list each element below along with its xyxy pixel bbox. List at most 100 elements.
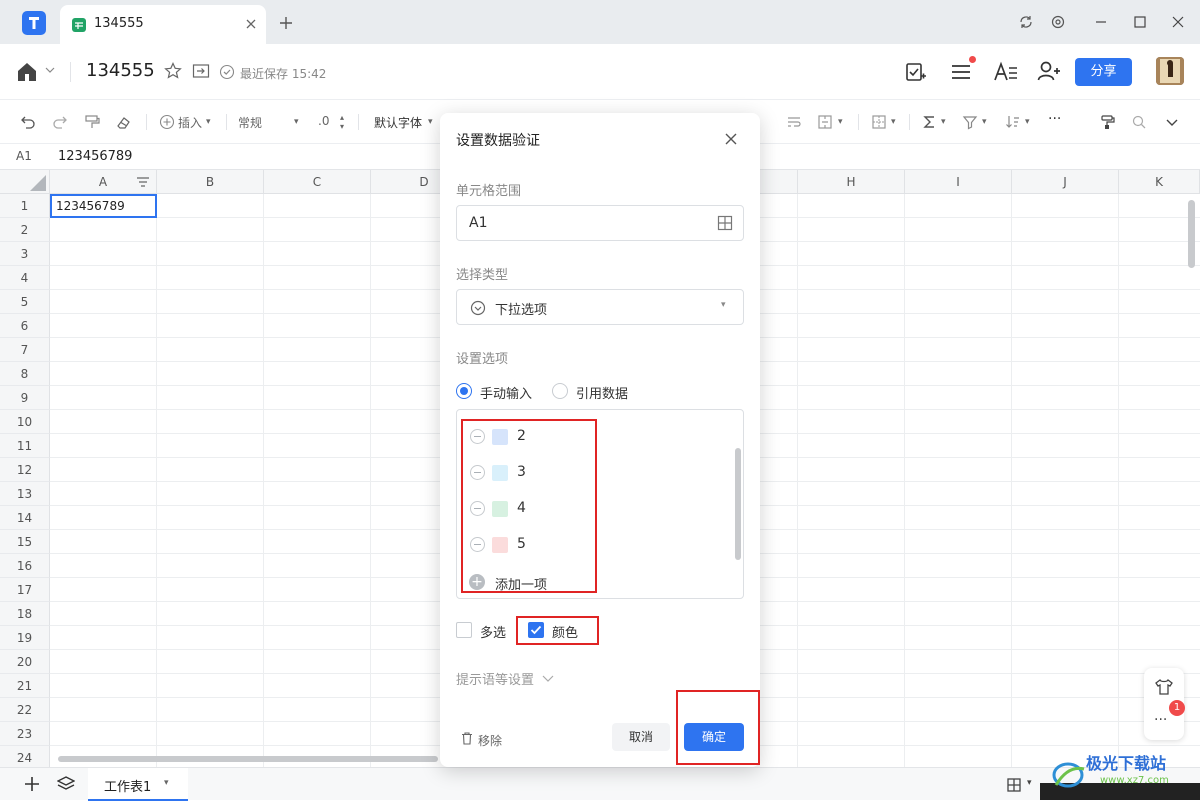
column-header-k[interactable]: K — [1119, 170, 1200, 194]
radio-manual-input[interactable] — [456, 383, 472, 399]
close-window-icon[interactable] — [1170, 14, 1186, 30]
add-sheet-icon[interactable] — [24, 776, 40, 792]
row-header[interactable]: 8 — [0, 362, 50, 386]
move-to-folder-icon[interactable] — [192, 63, 210, 79]
border-dropdown-icon[interactable]: ▾ — [891, 117, 896, 127]
formula-input[interactable]: 123456789 — [58, 149, 132, 164]
sheet-tab[interactable]: 工作表1 ▾ — [88, 768, 188, 801]
tab-close-icon[interactable] — [243, 16, 259, 32]
number-format-dropdown-icon[interactable]: ▾ — [294, 117, 299, 127]
collapse-toolbar-icon[interactable] — [1164, 114, 1180, 130]
wrap-text-icon[interactable] — [786, 114, 802, 130]
number-format-select[interactable]: 常规 — [238, 114, 262, 131]
sum-icon[interactable] — [922, 114, 938, 130]
view-grid-icon[interactable] — [1006, 777, 1022, 793]
new-tab-icon[interactable] — [278, 15, 294, 31]
radio-reference-label[interactable]: 引用数据 — [576, 383, 628, 402]
trash-icon[interactable] — [460, 731, 474, 745]
search-icon[interactable] — [1131, 114, 1147, 130]
options-scrollbar[interactable] — [735, 448, 741, 560]
column-header-h[interactable]: H — [798, 170, 905, 194]
filter-dropdown-icon[interactable]: ▾ — [982, 117, 987, 127]
sheet-list-icon[interactable] — [57, 776, 75, 792]
share-button[interactable]: 分享 — [1075, 58, 1132, 86]
decimal-places[interactable]: .0 — [318, 114, 329, 128]
row-header[interactable]: 9 — [0, 386, 50, 410]
menu-icon[interactable] — [950, 61, 972, 83]
insert-dropdown-icon[interactable]: ▾ — [206, 117, 211, 127]
insert-plus-icon[interactable] — [159, 114, 175, 130]
select-all-corner[interactable] — [0, 170, 50, 194]
more-tools-icon[interactable]: ··· — [1048, 111, 1061, 127]
row-header[interactable]: 19 — [0, 626, 50, 650]
row-header[interactable]: 15 — [0, 530, 50, 554]
chevron-down-icon[interactable] — [542, 673, 554, 683]
vertical-scrollbar[interactable] — [1188, 200, 1195, 268]
close-icon[interactable] — [724, 132, 738, 146]
row-header[interactable]: 20 — [0, 650, 50, 674]
row-header[interactable]: 1 — [0, 194, 50, 218]
radio-manual-label[interactable]: 手动输入 — [480, 383, 532, 402]
merge-dropdown-icon[interactable]: ▾ — [838, 117, 843, 127]
row-header[interactable]: 17 — [0, 578, 50, 602]
horizontal-scrollbar[interactable] — [58, 756, 438, 762]
font-family-select[interactable]: 默认字体 — [374, 114, 422, 131]
document-tab[interactable]: 134555 — [60, 5, 266, 44]
radio-reference-data[interactable] — [552, 383, 568, 399]
row-header[interactable]: 23 — [0, 722, 50, 746]
column-header-c[interactable]: C — [264, 170, 371, 194]
multi-select-checkbox[interactable] — [456, 622, 472, 638]
row-header[interactable]: 21 — [0, 674, 50, 698]
more-options-icon[interactable]: ··· — [1154, 712, 1167, 728]
font-family-dropdown-icon[interactable]: ▾ — [428, 117, 433, 127]
row-header[interactable]: 5 — [0, 290, 50, 314]
app-logo-icon[interactable] — [22, 11, 46, 35]
cell-reference[interactable]: A1 — [16, 149, 32, 163]
insert-menu[interactable]: 插入 — [178, 114, 202, 131]
row-header[interactable]: 16 — [0, 554, 50, 578]
add-collaborator-icon[interactable] — [1037, 60, 1061, 82]
row-header[interactable]: 24 — [0, 746, 50, 767]
settings-gear-icon[interactable] — [1050, 14, 1066, 30]
remove-button[interactable]: 移除 — [478, 732, 502, 749]
star-icon[interactable] — [164, 62, 182, 80]
sync-icon[interactable] — [1018, 14, 1034, 30]
clear-format-icon[interactable] — [116, 114, 132, 130]
user-avatar[interactable] — [1156, 57, 1184, 85]
minimize-icon[interactable] — [1093, 14, 1109, 30]
column-filter-icon[interactable] — [136, 176, 150, 188]
row-header[interactable]: 4 — [0, 266, 50, 290]
row-header[interactable]: 22 — [0, 698, 50, 722]
format-painter-icon[interactable] — [84, 114, 100, 130]
row-header[interactable]: 13 — [0, 482, 50, 506]
border-icon[interactable] — [871, 114, 887, 130]
redo-icon[interactable] — [52, 114, 68, 130]
view-dropdown-icon[interactable]: ▾ — [1027, 778, 1032, 788]
row-header[interactable]: 18 — [0, 602, 50, 626]
select-range-icon[interactable] — [717, 215, 733, 231]
validation-type-select[interactable]: 下拉选项 ▾ — [456, 289, 744, 325]
column-header-b[interactable]: B — [157, 170, 264, 194]
multi-select-label[interactable]: 多选 — [480, 622, 506, 641]
cell-range-input[interactable]: A1 — [456, 205, 744, 241]
review-task-icon[interactable] — [905, 61, 927, 83]
home-icon[interactable] — [16, 62, 38, 82]
decimal-stepper-icon[interactable]: ▴ ▾ — [340, 113, 344, 131]
row-header[interactable]: 7 — [0, 338, 50, 362]
text-style-icon[interactable] — [993, 61, 1019, 83]
maximize-icon[interactable] — [1132, 14, 1148, 30]
row-header[interactable]: 12 — [0, 458, 50, 482]
skin-shirt-icon[interactable] — [1154, 678, 1174, 696]
filter-icon[interactable] — [962, 114, 978, 130]
row-header[interactable]: 14 — [0, 506, 50, 530]
row-header[interactable]: 11 — [0, 434, 50, 458]
column-header-j[interactable]: J — [1012, 170, 1119, 194]
sort-dropdown-icon[interactable]: ▾ — [1025, 117, 1030, 127]
paint-roller-icon[interactable] — [1099, 114, 1115, 130]
home-dropdown-icon[interactable] — [45, 66, 55, 74]
cancel-button[interactable]: 取消 — [612, 723, 670, 751]
row-header[interactable]: 2 — [0, 218, 50, 242]
undo-icon[interactable] — [20, 114, 36, 130]
document-title[interactable]: 134555 — [86, 60, 155, 81]
merge-cells-icon[interactable] — [817, 114, 833, 130]
